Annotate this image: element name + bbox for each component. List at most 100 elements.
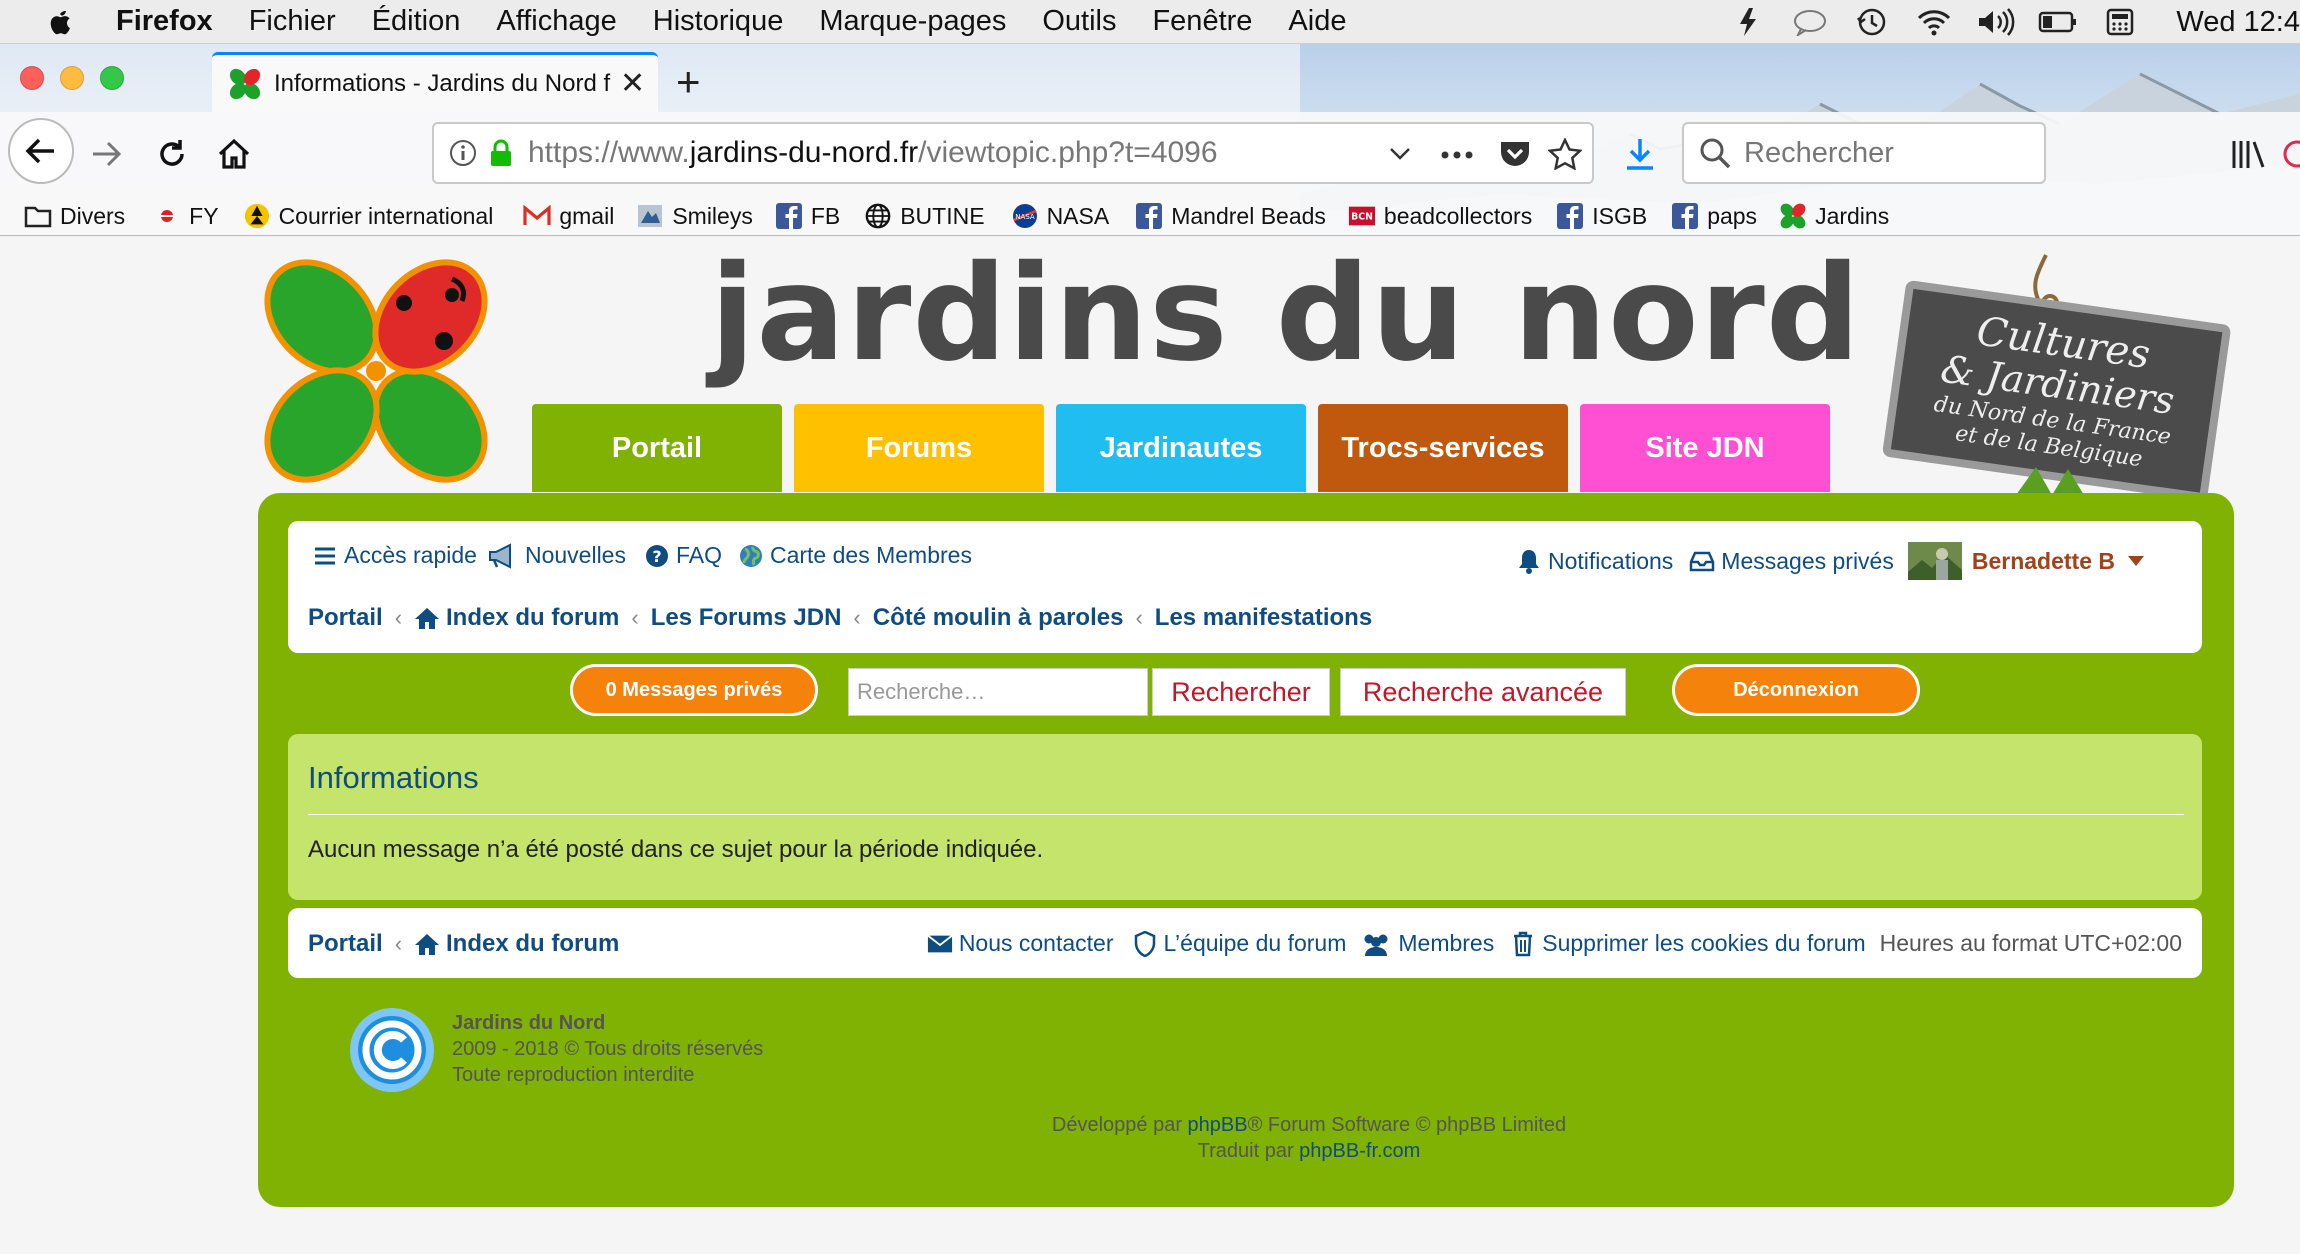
quick-access-link[interactable]: Accès rapide [344,542,477,569]
bookmark-fb[interactable]: FB [775,202,840,230]
facebook-icon [1135,202,1163,230]
bookmark-gmail[interactable]: gmail [523,202,614,230]
downloads-button[interactable] [1614,128,1666,180]
breadcrumb-forums-jdn[interactable]: Les Forums JDN [651,604,842,632]
contact-link[interactable]: Nous contacter [959,930,1114,957]
advanced-search-button[interactable]: Recherche avancée [1340,668,1626,716]
breadcrumb-separator: ‹ [1135,605,1143,630]
notifications-link[interactable]: Notifications [1548,548,1673,575]
nav-tab-forums[interactable]: Forums [794,404,1044,492]
tab-active[interactable]: Informations - Jardins du Nord f ✕ [212,52,658,112]
facebook-icon [775,202,803,230]
bookmark-paps[interactable]: paps [1671,202,1757,230]
bookmark-courrier-international[interactable]: Courrier international [243,202,493,230]
nav-tab-jardinautes[interactable]: Jardinautes [1056,404,1306,492]
search-button[interactable]: Rechercher [1152,668,1330,716]
footer-breadcrumb-portail[interactable]: Portail [308,930,383,958]
menu-fenetre[interactable]: Fenêtre [1152,5,1252,38]
bookmark-isgb[interactable]: ISGB [1556,202,1647,230]
minimize-window-button[interactable] [60,66,84,90]
bookmark-label: gmail [559,202,615,229]
menu-affichage[interactable]: Affichage [496,5,616,38]
members-map-link[interactable]: Carte des Membres [770,542,972,569]
bookmark-butine[interactable]: BUTINE [864,202,985,230]
inbox-icon [1689,548,1715,574]
bookmark-jardins[interactable]: Jardins [1779,202,1889,230]
footer-breadcrumb: Portail ‹ Index du forum [308,930,619,958]
zoom-window-button[interactable] [100,66,124,90]
tab-close-icon[interactable]: ✕ [620,66,645,101]
avatar[interactable] [1907,542,1962,580]
footer-breadcrumb-index[interactable]: Index du forum [446,930,619,958]
close-window-button[interactable] [20,66,44,90]
nav-tab-site-jdn[interactable]: Site JDN [1580,404,1830,492]
address-bar[interactable]: https://www.jardins-du-nord.fr/viewtopic… [432,122,1594,184]
time-machine-icon[interactable] [1852,6,1892,38]
menubar-clock[interactable]: Wed 12:4 [2176,6,2300,39]
nav-tab-trocs-services[interactable]: Trocs-services [1318,404,1568,492]
chat-bubble-icon[interactable] [1790,6,1830,38]
breadcrumb-index[interactable]: Index du forum [446,604,619,632]
phpbb-link[interactable]: phpBB [1188,1114,1248,1136]
jardins-icon [1779,202,1807,230]
shield-icon [1132,930,1158,957]
apple-icon[interactable] [40,4,80,40]
home-button[interactable] [208,128,260,180]
bookmark-mandrel-beads[interactable]: Mandrel Beads [1135,202,1326,230]
download-arrow-icon [1627,139,1653,170]
back-button[interactable] [8,118,74,184]
more-actions-icon[interactable] [1440,150,1474,160]
tab-strip: Informations - Jardins du Nord f ✕ + [0,44,2300,112]
faq-link[interactable]: FAQ [676,542,722,569]
username-link[interactable]: Bernadette B [1972,548,2115,575]
breadcrumb-manifestations[interactable]: Les manifestations [1155,604,1372,632]
arrow-right-icon [93,141,122,167]
bookmark-fy[interactable]: FY [153,202,219,230]
bookmark-beadcollectors[interactable]: BCN beadcollectors [1348,202,1532,230]
bookmark-smileys[interactable]: Smileys [636,202,753,230]
bookmark-star-icon[interactable] [1548,138,1582,170]
pocket-icon[interactable] [1498,138,1532,170]
calculator-icon[interactable] [2100,6,2140,38]
nasa-icon: NASA [1011,202,1039,230]
menu-aide[interactable]: Aide [1288,5,1346,38]
menu-outils[interactable]: Outils [1042,5,1116,38]
delete-cookies-link[interactable]: Supprimer les cookies du forum [1542,930,1865,957]
bookmark-divers[interactable]: Divers [24,202,125,230]
breadcrumb-cote-moulin[interactable]: Côté moulin à paroles [873,604,1124,632]
breadcrumb-portail[interactable]: Portail [308,604,383,632]
new-tab-button[interactable]: + [676,58,701,106]
chevron-down-icon[interactable] [1388,146,1412,162]
volume-icon[interactable] [1976,6,2016,38]
lightning-icon[interactable] [1728,6,1768,38]
private-messages-button[interactable]: 0 Messages privés [570,664,818,716]
members-link[interactable]: Membres [1398,930,1494,957]
jardins-logo-icon[interactable] [252,251,500,491]
nav-tab-portail[interactable]: Portail [532,404,782,492]
reload-button[interactable] [146,128,198,180]
news-link[interactable]: Nouvelles [525,542,626,569]
menu-historique[interactable]: Historique [653,5,784,38]
url-text[interactable]: https://www.jardins-du-nord.fr/viewtopic… [528,136,1218,170]
wifi-icon[interactable] [1914,6,1954,38]
battery-icon[interactable] [2038,6,2078,38]
site-title[interactable]: jardins du nord [710,237,1861,391]
globe-icon [243,202,271,230]
browser-search-field[interactable]: Rechercher [1682,122,2046,184]
forward-button[interactable] [80,128,132,180]
navbar-panel [288,521,2202,653]
menu-edition[interactable]: Édition [372,5,461,38]
menu-badge-icon[interactable] [2282,138,2300,170]
info-icon[interactable] [448,138,478,168]
menu-app-firefox[interactable]: Firefox [116,5,213,38]
logout-button[interactable]: Déconnexion [1672,664,1920,716]
phpbb-fr-link[interactable]: phpBB-fr.com [1299,1140,1420,1162]
library-button[interactable] [2222,128,2274,180]
forum-search-input[interactable]: Recherche… [848,668,1148,716]
bookmark-nasa[interactable]: NASA NASA [1011,202,1109,230]
caret-down-icon[interactable] [2123,548,2149,574]
team-link[interactable]: L’équipe du forum [1164,930,1347,957]
menu-fichier[interactable]: Fichier [249,5,336,38]
menu-marque-pages[interactable]: Marque-pages [819,5,1006,38]
private-messages-link[interactable]: Messages privés [1721,548,1894,575]
